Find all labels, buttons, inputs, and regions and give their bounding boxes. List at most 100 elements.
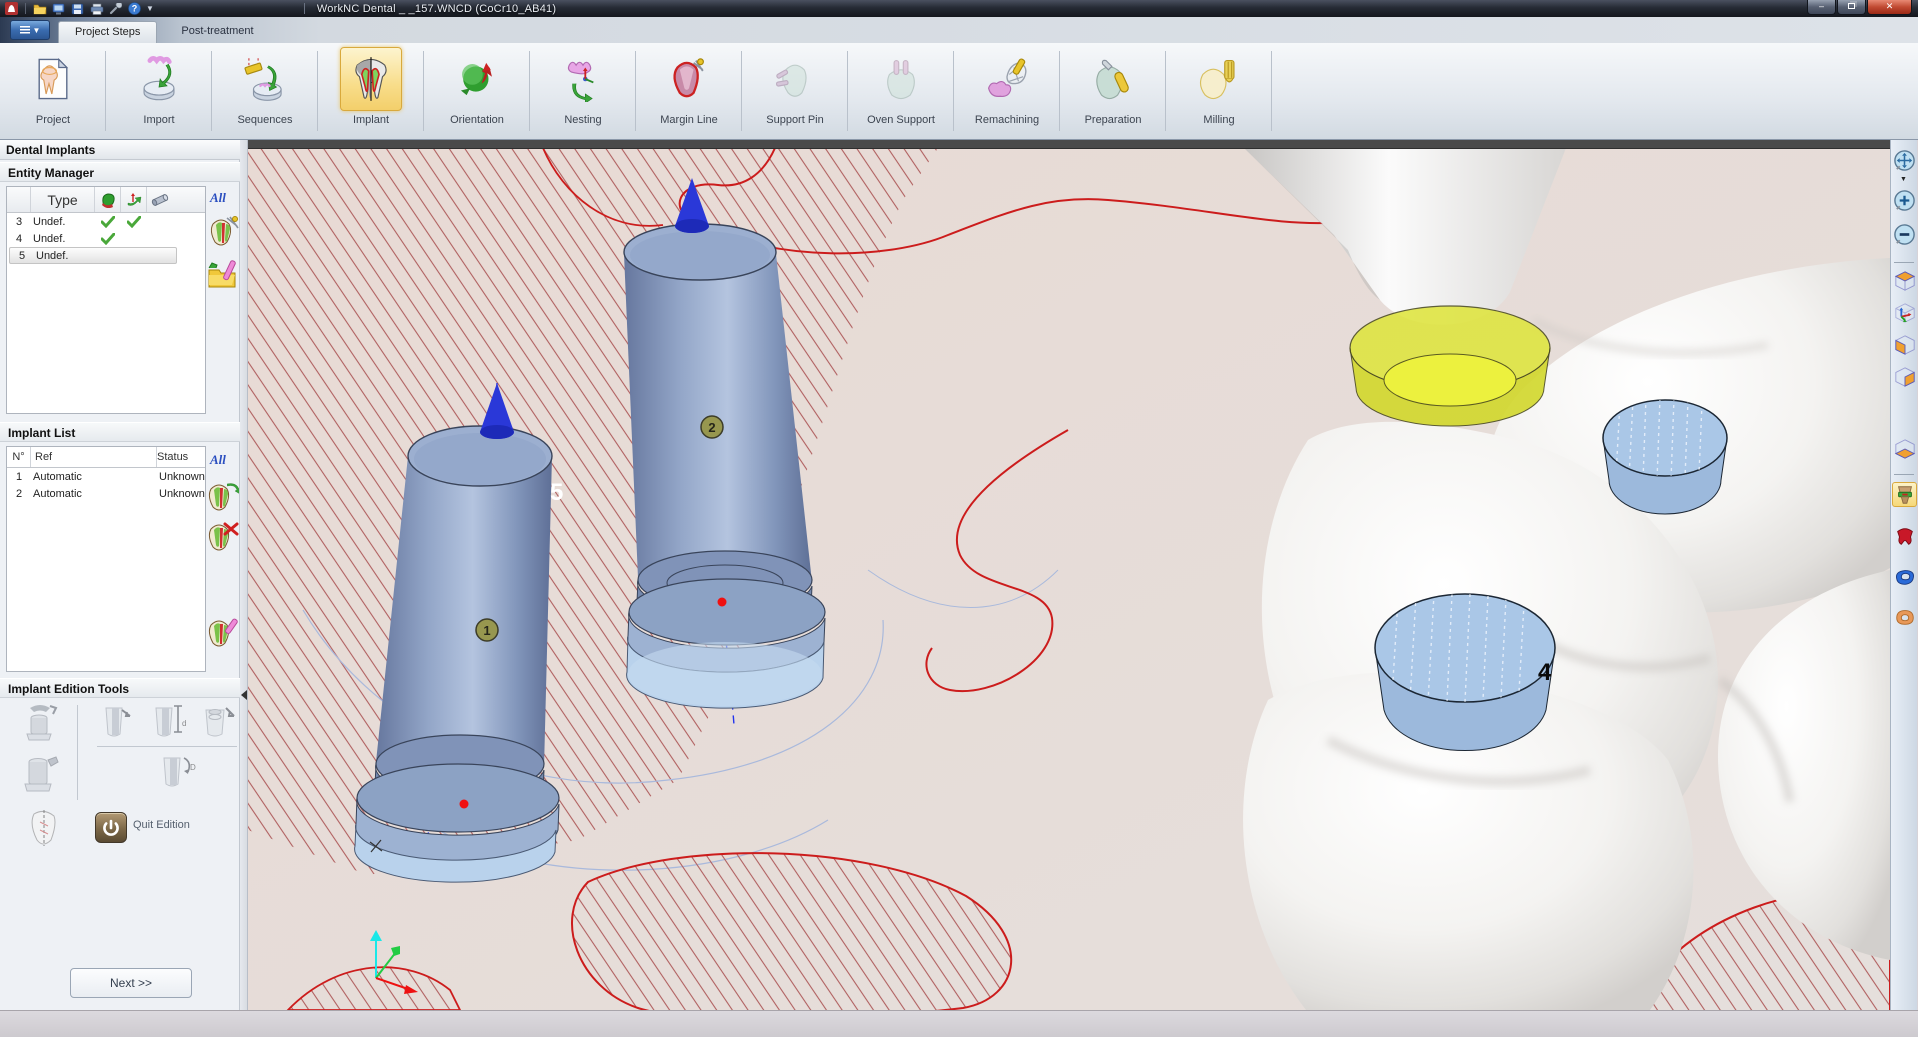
nesting-icon — [560, 56, 606, 102]
ribbon-item-milling[interactable]: Milling — [1166, 43, 1272, 139]
show-margin-blue-button[interactable] — [1892, 564, 1917, 589]
show-implants-button[interactable] — [1892, 482, 1917, 507]
zoom-out-button[interactable] — [1892, 222, 1917, 247]
quit-edition-button[interactable] — [95, 812, 127, 843]
implant-2-badge: 2 — [708, 420, 715, 435]
orientation-check-icon — [121, 216, 147, 228]
show-tooth-red-button[interactable] — [1892, 524, 1917, 549]
help-icon[interactable]: ? — [127, 2, 142, 16]
restore-button[interactable] — [1837, 0, 1866, 15]
ribbon-toolbar: Project Import Sequences — [0, 43, 1918, 140]
show-ring-orange-button[interactable] — [1892, 604, 1917, 629]
ribbon-item-support-pin[interactable]: Support Pin — [742, 43, 848, 139]
window-controls: – ✕ — [1806, 0, 1912, 15]
ribbon-item-oven-support[interactable]: Oven Support — [848, 43, 954, 139]
extract-implant-tool[interactable] — [202, 702, 240, 744]
minimize-button[interactable]: – — [1807, 0, 1836, 15]
view-front-button[interactable] — [1892, 332, 1917, 357]
open-entity-folder-icon[interactable] — [207, 258, 239, 292]
orientation-column-icon — [121, 187, 147, 212]
delete-implant-icon[interactable] — [207, 520, 239, 554]
application-menu-button[interactable]: ▼ — [10, 20, 50, 40]
main-area: Dental Implants Entity Manager Type — [0, 140, 1918, 1010]
implant-hole-4 — [1375, 594, 1555, 751]
import-icon — [136, 56, 182, 102]
move-implant-tool[interactable] — [100, 702, 138, 744]
ribbon-item-remachining[interactable]: Remachining — [954, 43, 1060, 139]
implant-row-2[interactable]: 2 Automatic Unknown — [7, 485, 205, 502]
settings-wrench-icon[interactable] — [108, 2, 123, 16]
view-bottom-button[interactable] — [1892, 436, 1917, 461]
geometry-check-icon — [95, 216, 121, 228]
implant-list-table[interactable]: N° Ref Status 1 Automatic Unknown 2 Auto… — [6, 446, 206, 672]
view-iso-button[interactable] — [1892, 300, 1917, 325]
rotate-implant-tool[interactable] — [22, 702, 60, 744]
tab-project-steps[interactable]: Project Steps — [58, 21, 157, 43]
orientation-icon — [454, 56, 500, 102]
save-icon[interactable] — [70, 2, 85, 16]
import-file-icon[interactable] — [51, 2, 66, 16]
ribbon-item-project[interactable]: Project — [0, 43, 106, 139]
ribbon-item-margin-line[interactable]: Margin Line — [636, 43, 742, 139]
implant-header-ref: Ref — [31, 447, 157, 467]
entity-row-3[interactable]: 3 Undef. — [7, 213, 205, 230]
height-implant-tool[interactable]: d — [152, 702, 190, 744]
entity-row-5-selected[interactable]: 5 Undef. — [9, 247, 177, 264]
sequences-icon — [242, 56, 288, 102]
ribbon-item-implant[interactable]: Implant — [318, 43, 424, 139]
angle-implant-tool[interactable]: D — [160, 752, 198, 794]
entity-manager-header: Entity Manager — [0, 162, 240, 182]
implant-collar-yellow — [1350, 306, 1550, 426]
clamp-implant-tool[interactable] — [22, 754, 60, 796]
entity-row-4[interactable]: 4 Undef. — [7, 230, 205, 247]
menu-caret-icon: ▼ — [33, 26, 41, 35]
implant-all-button[interactable]: All — [210, 452, 240, 468]
ribbon-item-sequences[interactable]: Sequences — [212, 43, 318, 139]
print-icon[interactable] — [89, 2, 104, 16]
implant-list-header: Implant List — [0, 422, 240, 442]
open-folder-icon[interactable] — [32, 2, 47, 16]
implant-row-num: 2 — [7, 488, 31, 500]
implant-axis-tool[interactable] — [26, 808, 64, 850]
ribbon-item-preparation[interactable]: Preparation — [1060, 43, 1166, 139]
entity-row-num: 5 — [10, 250, 34, 262]
quick-access-toolbar: ? ▼ — [0, 0, 154, 17]
view-right-button[interactable] — [1892, 364, 1917, 389]
svg-text:d: d — [182, 719, 186, 728]
pan-view-button[interactable] — [1892, 148, 1917, 173]
viewport-3d[interactable]: 4 1 5 — [248, 140, 1890, 1010]
ribbon-label: Orientation — [450, 114, 504, 126]
view-top-button[interactable] — [1892, 268, 1917, 293]
edition-tools-header: Implant Edition Tools — [0, 678, 240, 698]
add-implant-icon[interactable] — [207, 480, 239, 514]
hole-4-label: 4 — [1538, 659, 1552, 686]
preparation-icon — [1090, 56, 1136, 102]
next-button[interactable]: Next >> — [70, 968, 192, 998]
support-pin-icon — [772, 56, 818, 102]
edit-entity-icon[interactable] — [207, 216, 239, 250]
ribbon-item-nesting[interactable]: Nesting — [530, 43, 636, 139]
entity-all-button[interactable]: All — [210, 190, 240, 206]
ribbon-label: Nesting — [564, 114, 601, 126]
application-window: ? ▼ WorkNC Dental _ _157.WNCD (CoCr10_AB… — [0, 0, 1918, 1037]
app-logo-icon[interactable] — [4, 2, 19, 16]
implant-1-badge: 1 — [483, 623, 490, 638]
tab-post-treatment[interactable]: Post-treatment — [165, 21, 269, 43]
pan-dropdown-caret[interactable]: ▼ — [1900, 176, 1907, 183]
entity-manager-table[interactable]: Type 3 Undef. — [6, 186, 206, 414]
ribbon-item-import[interactable]: Import — [106, 43, 212, 139]
close-button[interactable]: ✕ — [1867, 0, 1912, 15]
implant-row-ref: Automatic — [31, 488, 157, 500]
collapse-panel-icon[interactable] — [241, 690, 247, 700]
titlebar: ? ▼ WorkNC Dental _ _157.WNCD (CoCr10_AB… — [0, 0, 1918, 17]
qat-dropdown-caret[interactable]: ▼ — [146, 4, 154, 13]
entity-table-header: Type — [7, 187, 205, 213]
implant-row-1[interactable]: 1 Automatic Unknown — [7, 468, 205, 485]
ribbon-item-orientation[interactable]: Orientation — [424, 43, 530, 139]
ribbon-label: Sequences — [237, 114, 292, 126]
zoom-in-button[interactable] — [1892, 188, 1917, 213]
panel-splitter[interactable] — [240, 140, 248, 1010]
ribbon-tab-row: ▼ Project Steps Post-treatment — [0, 17, 1918, 43]
edit-implant-icon[interactable] — [207, 616, 239, 650]
ribbon-label: Project — [36, 114, 70, 126]
